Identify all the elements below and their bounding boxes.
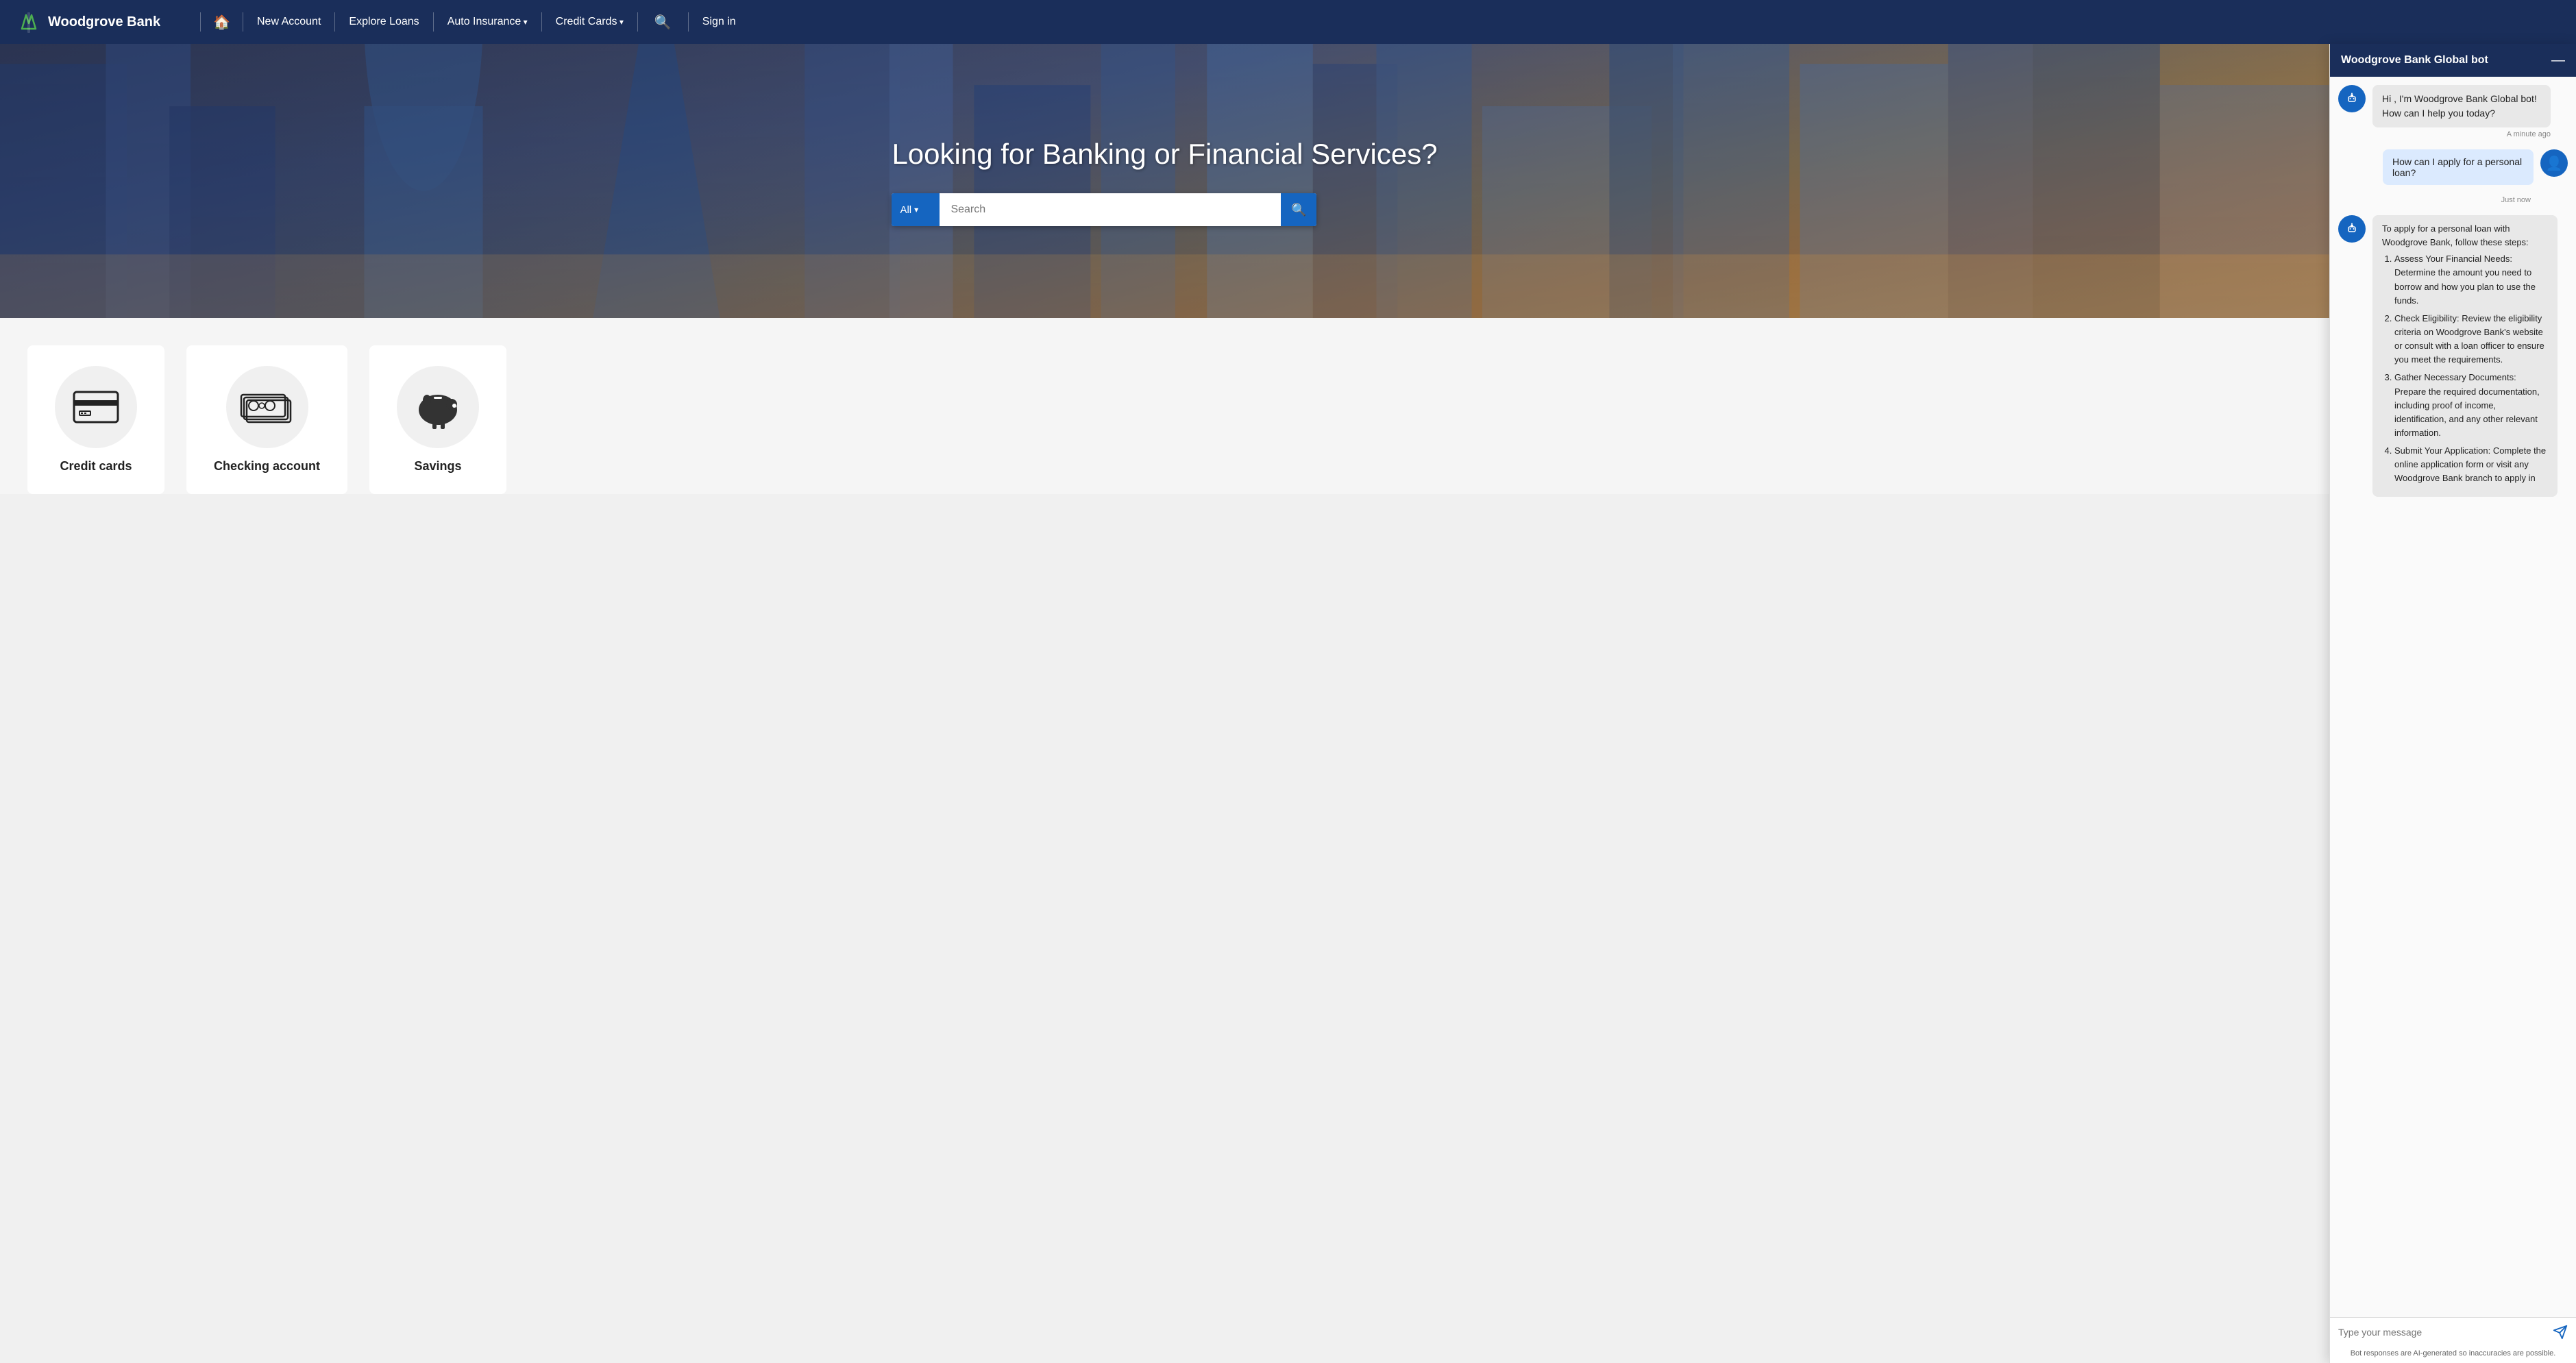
search-icon: 🔍 bbox=[1291, 203, 1306, 217]
chat-panel: Woodgrove Bank Global bot — Hi , I'm Woo… bbox=[2329, 44, 2576, 1363]
user-bubble: How can I apply for a personal loan? bbox=[2383, 149, 2534, 185]
search-input[interactable] bbox=[940, 193, 1281, 226]
chat-minimize-button[interactable]: — bbox=[2551, 53, 2565, 67]
nav-divider-2 bbox=[334, 12, 335, 32]
bot-icon bbox=[2344, 90, 2360, 107]
chat-messages: Hi , I'm Woodgrove Bank Global bot! How … bbox=[2330, 77, 2576, 1317]
chat-title: Woodgrove Bank Global bot bbox=[2341, 54, 2488, 66]
chat-user-message: How can I apply for a personal loan? 👤 bbox=[2338, 149, 2568, 185]
bot-timestamp-1: A minute ago bbox=[2372, 130, 2551, 138]
nav-link-new-account[interactable]: New Account bbox=[256, 13, 322, 31]
nav-link-explore-loans[interactable]: Explore Loans bbox=[347, 13, 420, 31]
bot-response-intro: To apply for a personal loan with Woodgr… bbox=[2382, 223, 2529, 247]
savings-icon-circle bbox=[397, 366, 479, 448]
cash-icon bbox=[240, 388, 295, 426]
piggy-bank-icon bbox=[413, 385, 463, 429]
chat-disclaimer: Bot responses are AI-generated so inaccu… bbox=[2330, 1347, 2576, 1363]
nav-divider-home bbox=[200, 12, 201, 32]
service-card-credit-cards[interactable]: Credit cards bbox=[27, 345, 164, 494]
bot-response-2: To apply for a personal loan with Woodgr… bbox=[2372, 215, 2557, 497]
chat-bot-message-1: Hi , I'm Woodgrove Bank Global bot! How … bbox=[2338, 85, 2568, 138]
main-content: Looking for Banking or Financial Service… bbox=[0, 44, 2329, 494]
hero-content: Looking for Banking or Financial Service… bbox=[892, 136, 1437, 227]
hero-title: Looking for Banking or Financial Service… bbox=[892, 136, 1437, 173]
brand[interactable]: Woodgrove Bank bbox=[16, 10, 160, 34]
search-nav-button[interactable]: 🔍 bbox=[650, 11, 676, 34]
bot-avatar-2 bbox=[2338, 215, 2366, 243]
credit-card-icon-circle bbox=[55, 366, 137, 448]
service-card-checking[interactable]: Checking account bbox=[186, 345, 347, 494]
user-icon: 👤 bbox=[2546, 155, 2563, 172]
chat-send-button[interactable] bbox=[2553, 1325, 2568, 1340]
bot-bubble-1: Hi , I'm Woodgrove Bank Global bot! How … bbox=[2372, 85, 2551, 127]
search-dropdown[interactable]: All bbox=[892, 193, 940, 226]
bot-step-3: Gather Necessary Documents: Prepare the … bbox=[2394, 371, 2548, 440]
nav-divider-4 bbox=[541, 12, 542, 32]
search-button[interactable]: 🔍 bbox=[1281, 193, 1316, 226]
chat-input-field[interactable] bbox=[2338, 1327, 2547, 1338]
hero-section: Looking for Banking or Financial Service… bbox=[0, 44, 2329, 318]
user-avatar: 👤 bbox=[2540, 149, 2568, 177]
nav-divider-5 bbox=[637, 12, 638, 32]
send-icon bbox=[2553, 1325, 2568, 1340]
bot-step-1: Assess Your Financial Needs: Determine t… bbox=[2394, 252, 2548, 308]
service-label-credit-cards: Credit cards bbox=[60, 459, 132, 474]
service-card-savings[interactable]: Savings bbox=[369, 345, 506, 494]
search-bar: All 🔍 bbox=[892, 193, 1316, 226]
nav-link-auto-insurance[interactable]: Auto Insurance bbox=[446, 13, 529, 31]
nav-divider-6 bbox=[688, 12, 689, 32]
service-label-savings: Savings bbox=[415, 459, 462, 474]
services-section: Credit cards Checking account bbox=[0, 318, 2329, 494]
bot-step-2: Check Eligibility: Review the eligibilit… bbox=[2394, 312, 2548, 367]
nav-link-credit-cards[interactable]: Credit Cards bbox=[554, 13, 625, 31]
service-label-checking: Checking account bbox=[214, 459, 320, 474]
chat-input-area bbox=[2330, 1317, 2576, 1347]
bot-step-4: Submit Your Application: Complete the on… bbox=[2394, 444, 2548, 485]
checking-icon-circle bbox=[226, 366, 308, 448]
credit-card-icon bbox=[71, 389, 121, 425]
home-icon[interactable]: 🏠 bbox=[213, 14, 230, 31]
bot-avatar-1 bbox=[2338, 85, 2366, 112]
chat-header: Woodgrove Bank Global bot — bbox=[2330, 44, 2576, 77]
user-timestamp: Just now bbox=[2338, 196, 2568, 204]
bot-response-steps: Assess Your Financial Needs: Determine t… bbox=[2382, 252, 2548, 485]
navbar: Woodgrove Bank 🏠 New Account Explore Loa… bbox=[0, 0, 2576, 44]
brand-name: Woodgrove Bank bbox=[48, 14, 160, 30]
nav-link-sign-in[interactable]: Sign in bbox=[701, 13, 737, 31]
chat-bot-message-2: To apply for a personal loan with Woodgr… bbox=[2338, 215, 2568, 497]
bot-icon-2 bbox=[2344, 221, 2360, 237]
brand-logo bbox=[16, 10, 41, 34]
nav-divider-3 bbox=[433, 12, 434, 32]
